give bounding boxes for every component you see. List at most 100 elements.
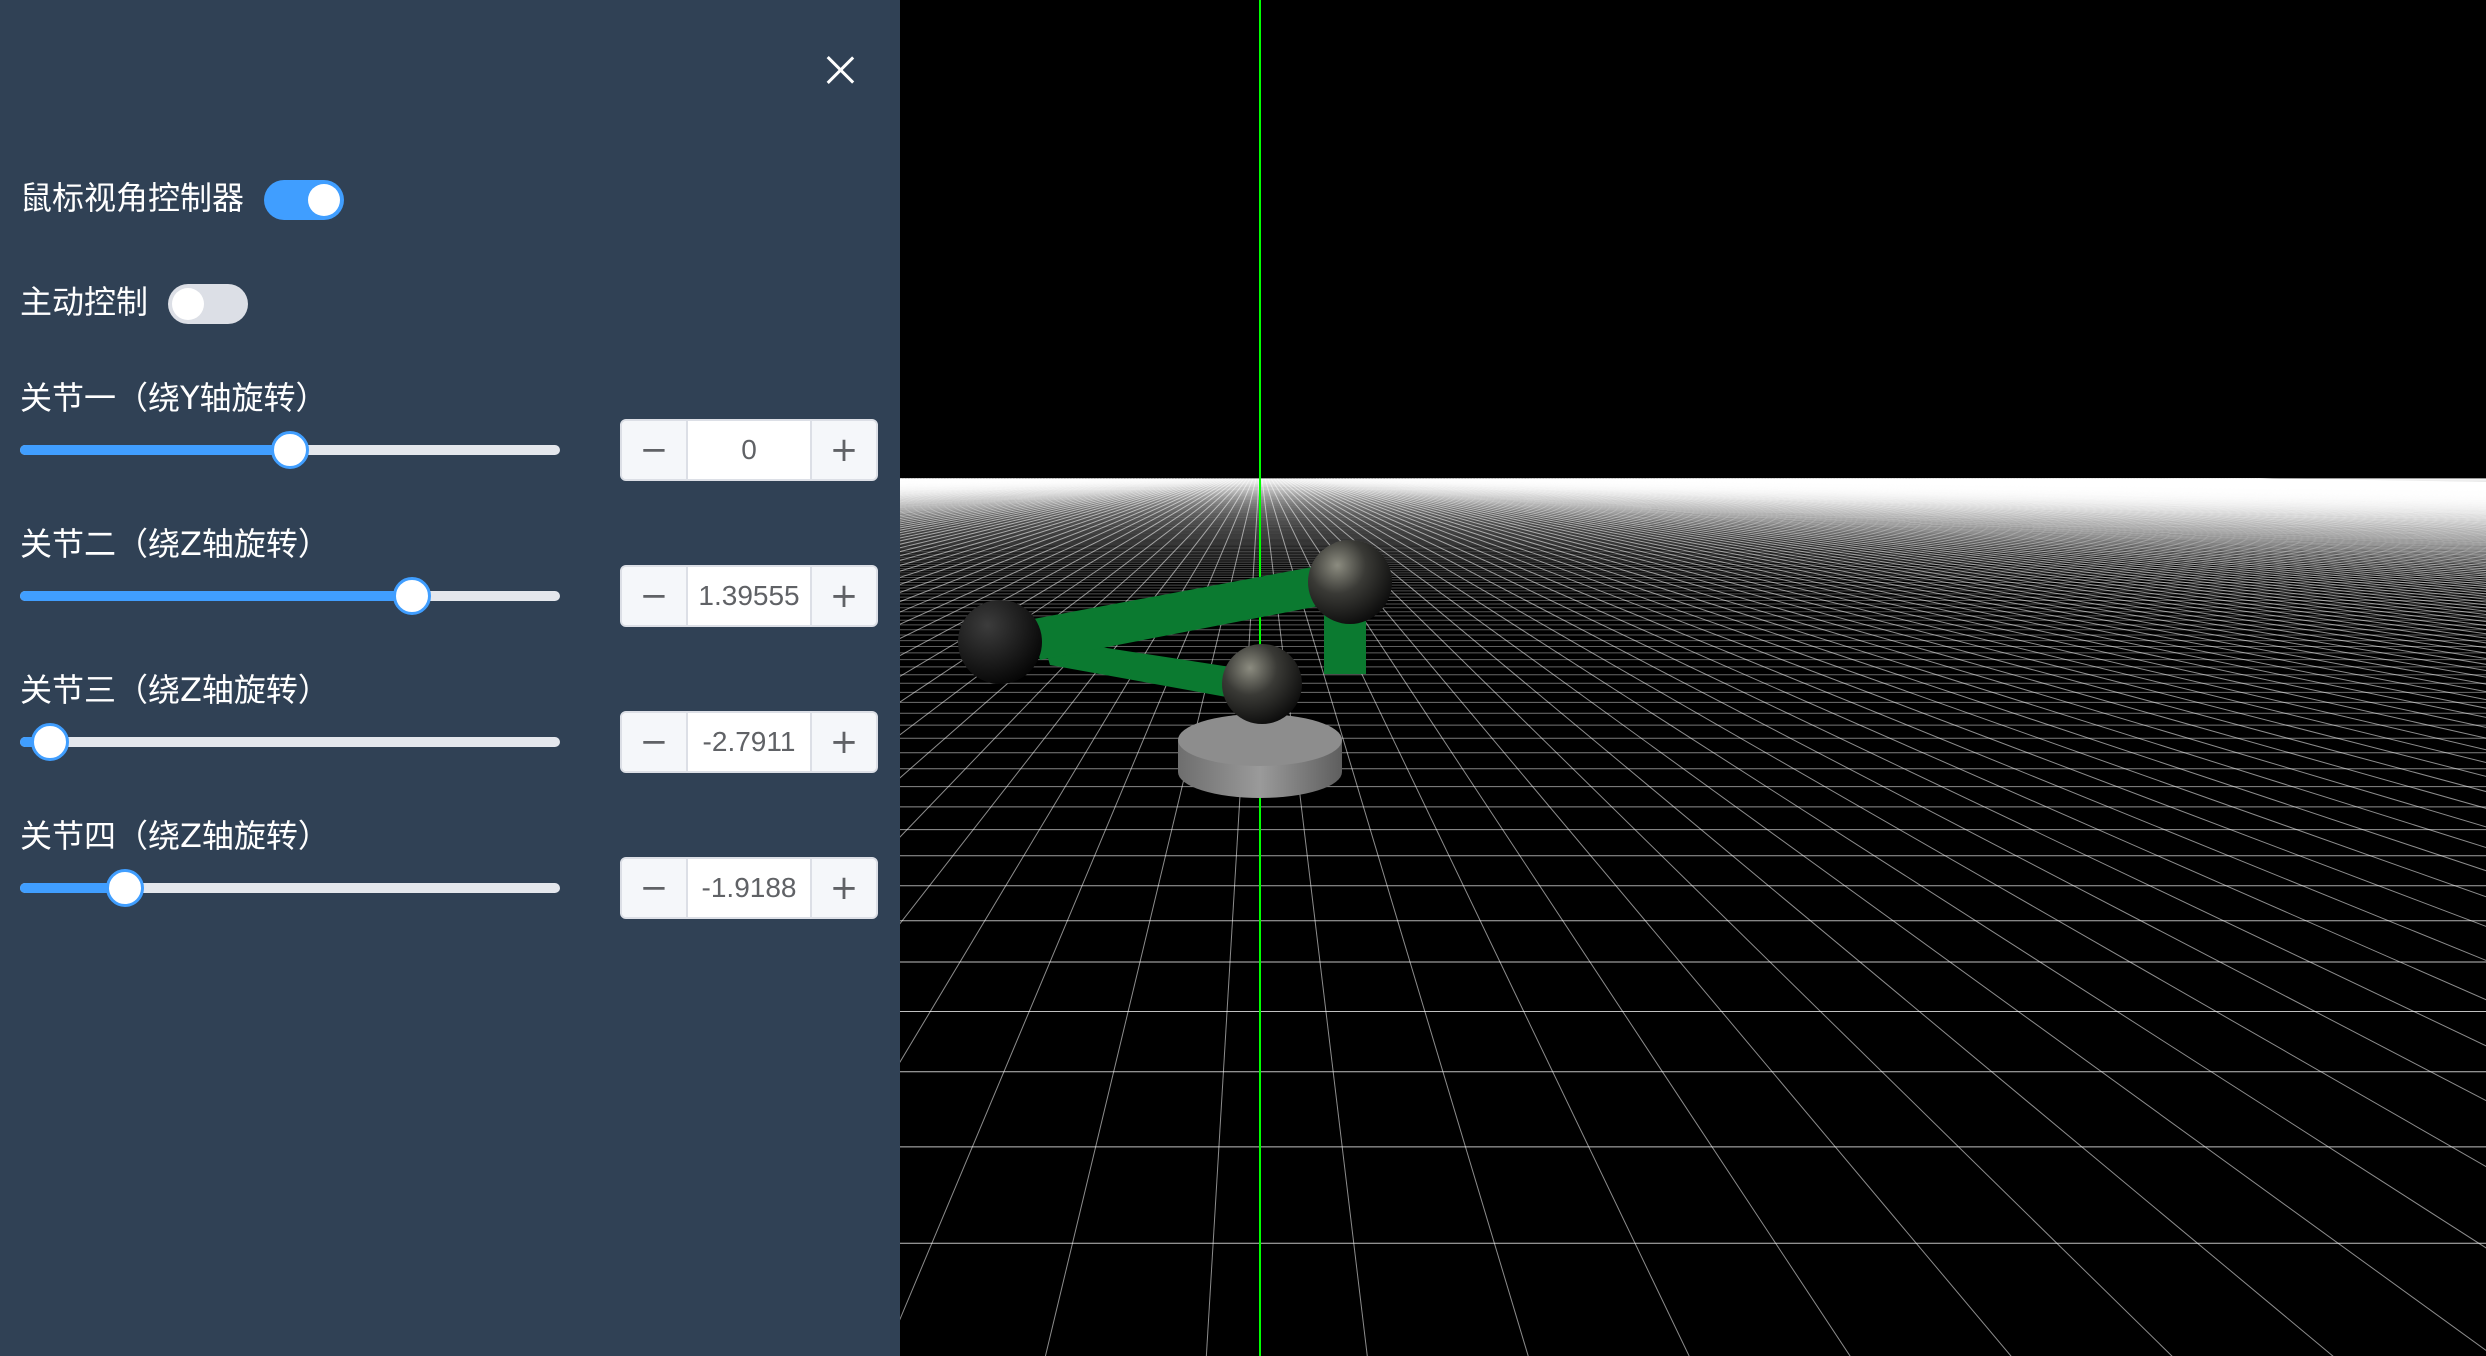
- grid-line: [900, 478, 939, 482]
- joint1-decrement-button[interactable]: −: [622, 421, 688, 479]
- joint1-value-input[interactable]: [688, 421, 810, 479]
- grid-line: [1594, 478, 2486, 524]
- grid-line: [1876, 478, 2486, 496]
- grid-line: [1843, 478, 2486, 498]
- joint4-increment-button[interactable]: +: [810, 859, 876, 917]
- grid-line: [1810, 478, 2486, 500]
- grid-line: [1951, 478, 2486, 493]
- grid-line: [1309, 478, 2486, 872]
- grid-line: [1498, 478, 2486, 548]
- joint1-slider[interactable]: [20, 430, 560, 470]
- joint3-decrement-button[interactable]: −: [622, 713, 688, 771]
- grid-line: [900, 478, 942, 482]
- grid-line: [1579, 478, 2486, 527]
- joint2-value-input[interactable]: [688, 567, 810, 625]
- grid-line: [2002, 478, 2486, 491]
- grid-line: [1585, 478, 2486, 526]
- grid-line: [1609, 478, 2486, 521]
- grid-line: [2215, 478, 2486, 484]
- 3d-viewport[interactable]: [900, 0, 2486, 1356]
- grid-line: [1657, 478, 2486, 514]
- grid-line: [1999, 478, 2486, 491]
- grid-line: [1420, 478, 2486, 590]
- grid-line: [1654, 478, 2486, 515]
- grid-line: [1651, 478, 2486, 515]
- control-panel: 鼠标视角控制器 主动控制 关节一（绕Y轴旋转） − + 关节二（绕Z轴旋转）: [0, 0, 900, 1356]
- grid-line: [1855, 478, 2486, 497]
- slider-handle[interactable]: [393, 577, 431, 615]
- grid-line: [2188, 478, 2486, 485]
- grid-line: [1501, 478, 2486, 547]
- grid-line: [1804, 478, 2486, 500]
- grid-line: [1645, 478, 2486, 516]
- grid-line: [1522, 478, 2486, 541]
- grid-line: [1798, 478, 2486, 501]
- grid-line: [2113, 478, 2486, 487]
- grid-line: [900, 478, 945, 482]
- grid-line: [1663, 478, 2486, 514]
- grid-line: [2173, 478, 2486, 485]
- grid-line: [1462, 478, 2486, 564]
- grid-line: [1642, 478, 2486, 516]
- grid-line: [1411, 478, 2486, 597]
- joint4-decrement-button[interactable]: −: [622, 859, 688, 917]
- slider-fill: [20, 445, 290, 455]
- grid-line: [1279, 478, 2334, 1356]
- grid-line: [900, 478, 975, 484]
- grid-line: [1807, 478, 2486, 500]
- mouse-view-control-switch[interactable]: [264, 180, 344, 220]
- slider-handle[interactable]: [31, 723, 69, 761]
- grid-line: [1696, 478, 2486, 510]
- grid-line: [1519, 478, 2486, 542]
- joint3-slider[interactable]: [20, 722, 560, 762]
- grid-line: [1624, 478, 2486, 519]
- grid-line: [1444, 478, 2486, 573]
- joint-sphere-top: [1308, 540, 1392, 624]
- grid-line: [1264, 478, 1529, 1356]
- joint-sphere-left: [958, 600, 1042, 684]
- grid-line: [1606, 478, 2486, 522]
- grid-line: [1840, 478, 2486, 498]
- grid-line: [1765, 478, 2486, 503]
- joint2-increment-button[interactable]: +: [810, 567, 876, 625]
- robot-arm-model: [958, 540, 1392, 798]
- grid-line: [1333, 478, 2486, 739]
- grid-line: [1801, 478, 2486, 501]
- slider-handle[interactable]: [106, 869, 144, 907]
- grid-line: [900, 478, 978, 484]
- joint4-value-input[interactable]: [688, 859, 810, 917]
- grid-line: [2017, 478, 2486, 490]
- grid-line: [900, 478, 984, 485]
- grid-line: [1450, 478, 2486, 570]
- joint2-decrement-button[interactable]: −: [622, 567, 688, 625]
- active-control-switch[interactable]: [168, 284, 248, 324]
- grid-line: [1789, 478, 2486, 502]
- grid-line: [2014, 478, 2486, 490]
- grid-line: [2125, 478, 2486, 487]
- grid-line: [2185, 478, 2486, 485]
- joint3-increment-button[interactable]: +: [810, 713, 876, 771]
- grid-line: [1861, 478, 2486, 497]
- joint1-increment-button[interactable]: +: [810, 421, 876, 479]
- grid-line: [1465, 478, 2486, 562]
- grid-line: [2026, 478, 2486, 490]
- grid-line: [1480, 478, 2486, 555]
- grid-line: [900, 478, 960, 483]
- grid-line: [1687, 478, 2486, 511]
- slider-handle[interactable]: [271, 431, 309, 469]
- scene-canvas[interactable]: [900, 0, 2486, 1356]
- grid-line: [1813, 478, 2486, 500]
- joint3-value-input[interactable]: [688, 713, 810, 771]
- close-icon[interactable]: [818, 48, 862, 92]
- grid-line: [1600, 478, 2486, 523]
- grid-line: [900, 478, 918, 480]
- joint4-slider[interactable]: [20, 868, 560, 908]
- grid-line: [1414, 478, 2486, 595]
- grid-line: [2212, 478, 2486, 484]
- joint1-stepper: − +: [620, 419, 878, 481]
- joint2-slider[interactable]: [20, 576, 560, 616]
- grid-line: [1795, 478, 2486, 501]
- grid-line: [2176, 478, 2486, 485]
- slider-fill: [20, 591, 412, 601]
- joint-sphere-base: [1222, 644, 1302, 724]
